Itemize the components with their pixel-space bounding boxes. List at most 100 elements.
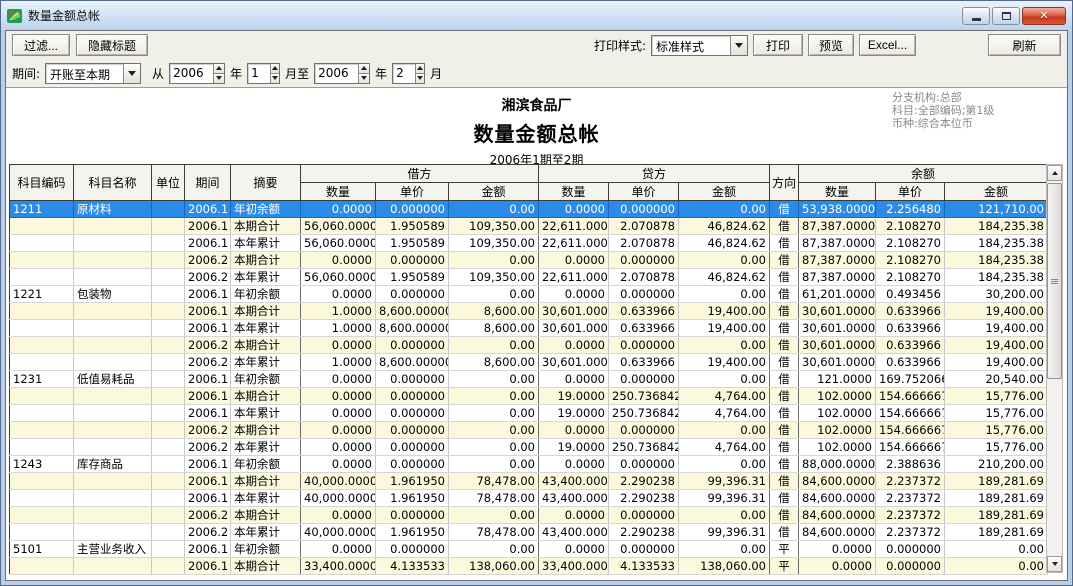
table-row[interactable]: 1221包装物2006.1年初余额0.00000.0000000.000.000… <box>10 286 1048 303</box>
spin-up-button[interactable] <box>359 64 369 74</box>
toolbar: 过滤... 隐藏标题 打印样式: 标准样式 打印 预览 Excel... 刷新 <box>6 31 1067 59</box>
close-button[interactable]: ✕ <box>1022 7 1066 25</box>
vertical-scrollbar[interactable] <box>1046 164 1063 573</box>
cell: 2006.2 <box>185 422 231 439</box>
cell <box>10 524 74 541</box>
period-dropdown-button[interactable] <box>123 64 140 83</box>
table-row[interactable]: 5101主营业务收入2006.1年初余额0.00000.0000000.000.… <box>10 541 1048 558</box>
cell: 5101 <box>10 541 74 558</box>
cell: 4,764.00 <box>679 439 770 456</box>
cell: 88,000.0000 <box>799 456 876 473</box>
table-row[interactable]: 1231低值易耗品2006.1年初余额0.00000.0000000.000.0… <box>10 371 1048 388</box>
app-window: 数量金额总帐 ✕ 过滤... 隐藏标题 打印样式: 标准样式 打印 预览 Exc… <box>0 0 1073 586</box>
month-to-spinner[interactable] <box>392 63 425 84</box>
table-row[interactable]: 2006.2本年累计40,000.00001.96195078,478.0043… <box>10 524 1048 541</box>
cell: 0.0000 <box>539 456 609 473</box>
month-from-spinner[interactable] <box>247 63 280 84</box>
scrollbar-thumb[interactable] <box>1047 183 1062 379</box>
cell: 20,540.00 <box>945 371 1048 388</box>
cell: 87,387.0000 <box>799 235 876 252</box>
table-row[interactable]: 2006.2本期合计0.00000.0000000.000.00000.0000… <box>10 422 1048 439</box>
spin-up-button[interactable] <box>416 64 424 74</box>
table-row[interactable]: 2006.2本年累计1.00008,600.0000008,600.0030,6… <box>10 354 1048 371</box>
cell: 0.0000 <box>301 541 376 558</box>
table-row[interactable]: 2006.1本年累计56,060.00001.950589109,350.002… <box>10 235 1048 252</box>
cell <box>74 524 152 541</box>
cell: 1.961950 <box>376 473 449 490</box>
cell: 借 <box>770 337 799 354</box>
thumb-grip-icon <box>1051 279 1058 280</box>
cell: 0.0000 <box>301 337 376 354</box>
filter-button[interactable]: 过滤... <box>12 34 70 56</box>
cell: 2006.1 <box>185 320 231 337</box>
table-row[interactable]: 2006.2本期合计0.00000.0000000.000.00000.0000… <box>10 507 1048 524</box>
cell: 0.0000 <box>539 337 609 354</box>
table-row[interactable]: 2006.1本期合计40,000.00001.96195078,478.0043… <box>10 473 1048 490</box>
restore-icon <box>1002 12 1011 20</box>
cell: 30,601.0000 <box>539 303 609 320</box>
spin-up-button[interactable] <box>214 64 224 74</box>
table-row[interactable]: 2006.2本年累计56,060.00001.950589109,350.002… <box>10 269 1048 286</box>
cell: 46,824.62 <box>679 269 770 286</box>
cell: 184,235.38 <box>945 235 1048 252</box>
table-row[interactable]: 2006.2本期合计0.00000.0000000.000.00000.0000… <box>10 252 1048 269</box>
chevron-up-icon <box>272 66 278 70</box>
cell <box>10 558 74 575</box>
year-from-input[interactable] <box>170 64 213 83</box>
table-row[interactable]: 2006.1本期合计33,400.00004.133533138,060.003… <box>10 558 1048 575</box>
month-from-input[interactable] <box>248 64 270 83</box>
spin-down-button[interactable] <box>359 74 369 83</box>
print-style-dropdown-button[interactable] <box>730 36 747 55</box>
refresh-button[interactable]: 刷新 <box>988 34 1061 56</box>
table-row[interactable]: 2006.1本期合计1.00008,600.0000008,600.0030,6… <box>10 303 1048 320</box>
cell: 1.0000 <box>301 303 376 320</box>
cell: 0.000000 <box>609 422 679 439</box>
period-combobox[interactable]: 开账至本期 <box>45 63 141 84</box>
table-row[interactable]: 2006.2本期合计0.00000.0000000.000.00000.0000… <box>10 337 1048 354</box>
cell: 0.0000 <box>539 371 609 388</box>
hide-title-button[interactable]: 隐藏标题 <box>76 34 148 56</box>
table-row[interactable]: 2006.1本年累计40,000.00001.96195078,478.0043… <box>10 490 1048 507</box>
table-row[interactable]: 2006.1本年累计0.00000.0000000.0019.0000250.7… <box>10 405 1048 422</box>
spin-down-button[interactable] <box>416 74 424 83</box>
print-style-label: 打印样式: <box>594 37 646 54</box>
scrollbar-down-button[interactable] <box>1047 556 1062 572</box>
spin-down-button[interactable] <box>214 74 224 83</box>
cell <box>10 473 74 490</box>
month-to-input[interactable] <box>393 64 415 83</box>
cell <box>10 422 74 439</box>
table-row[interactable]: 2006.1本期合计56,060.00001.950589109,350.002… <box>10 218 1048 235</box>
year-from-spinner[interactable] <box>169 63 225 84</box>
restore-button[interactable] <box>992 7 1020 25</box>
cell: 0.00 <box>449 388 539 405</box>
table-row[interactable]: 2006.1本年累计1.00008,600.0000008,600.0030,6… <box>10 320 1048 337</box>
spin-up-button[interactable] <box>271 64 279 74</box>
print-button[interactable]: 打印 <box>753 34 803 56</box>
cell: 43,400.0000 <box>539 490 609 507</box>
year-to-input[interactable] <box>315 64 358 83</box>
spin-down-button[interactable] <box>271 74 279 83</box>
cell: 0.0000 <box>301 439 376 456</box>
col-group-credit: 贷方 <box>539 165 770 183</box>
cell <box>10 269 74 286</box>
excel-button[interactable]: Excel... <box>859 34 916 56</box>
year-to-spinner[interactable] <box>314 63 370 84</box>
table-row[interactable]: 2006.1本期合计0.00000.0000000.0019.0000250.7… <box>10 388 1048 405</box>
cell: 借 <box>770 201 799 218</box>
chevron-down-icon <box>361 76 367 80</box>
cell: 1.950589 <box>376 218 449 235</box>
scrollbar-track[interactable] <box>1047 181 1062 556</box>
print-style-combobox[interactable]: 标准样式 <box>651 35 748 56</box>
col-header-price: 单价 <box>609 183 679 201</box>
cell: 0.00 <box>449 371 539 388</box>
minimize-button[interactable] <box>962 7 990 25</box>
scrollbar-up-button[interactable] <box>1047 165 1062 181</box>
preview-button[interactable]: 预览 <box>808 34 854 56</box>
table-row[interactable]: 1243库存商品2006.1年初余额0.00000.0000000.000.00… <box>10 456 1048 473</box>
cell: 借 <box>770 473 799 490</box>
cell: 189,281.69 <box>945 490 1048 507</box>
table-row[interactable]: 2006.2本年累计0.00000.0000000.0019.0000250.7… <box>10 439 1048 456</box>
table-row[interactable]: 1211原材料2006.1年初余额0.00000.0000000.000.000… <box>10 201 1048 218</box>
cell: 1243 <box>10 456 74 473</box>
cell: 19,400.00 <box>945 337 1048 354</box>
